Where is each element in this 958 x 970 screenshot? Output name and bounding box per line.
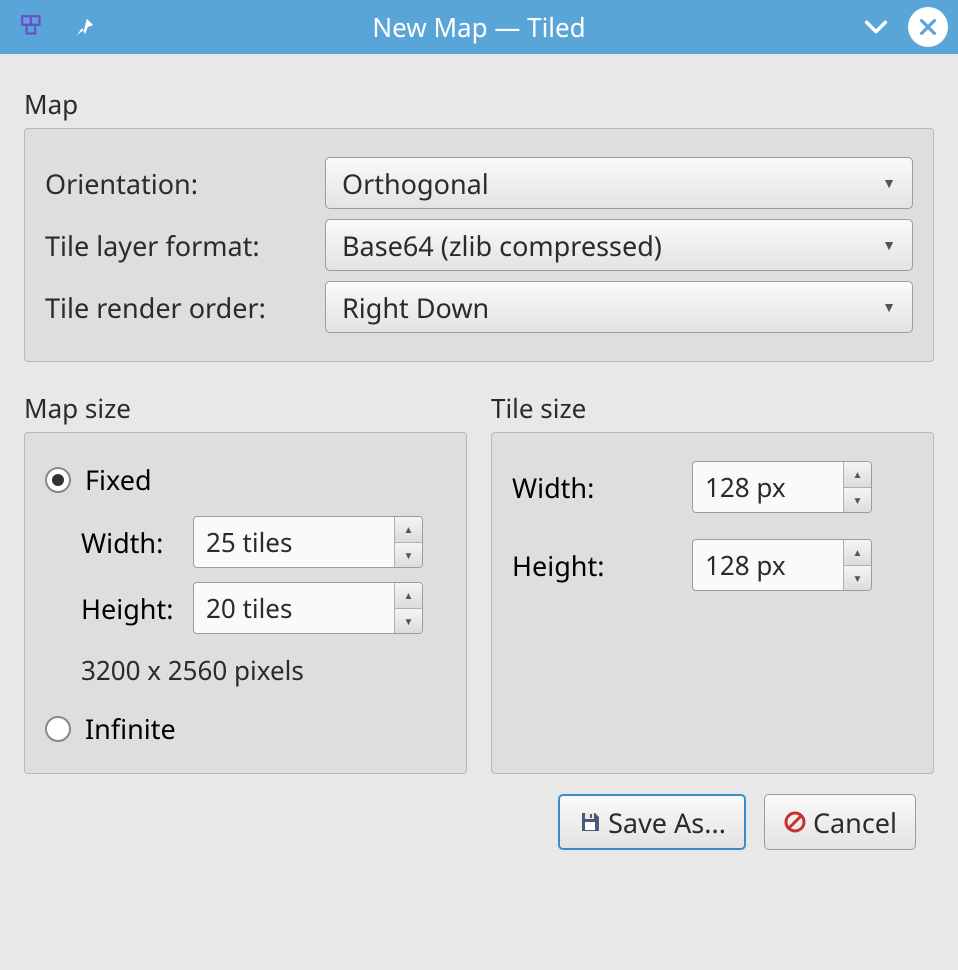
close-button[interactable] [908,7,948,47]
spin-buttons: ▲ ▼ [843,462,871,512]
orientation-label: Orientation: [45,165,313,202]
spin-buttons: ▲ ▼ [394,517,422,567]
fixed-radio-row: Fixed [45,461,446,498]
orientation-combo[interactable]: Orthogonal ▼ [325,157,913,209]
spin-down-icon[interactable]: ▼ [844,566,871,591]
titlebar-right-icons [862,7,948,47]
fixed-label: Fixed [85,461,152,498]
titlebar-left-icons [20,14,96,40]
button-bar: Save As... Cancel [24,794,934,850]
infinite-label: Infinite [85,710,176,747]
spin-down-icon[interactable]: ▼ [395,609,422,634]
tile-size-group: Width: 128 px ▲ ▼ Height: 128 px ▲ [491,432,934,774]
minimize-icon[interactable] [862,13,890,41]
spin-up-icon[interactable]: ▲ [395,517,422,543]
map-width-row: Width: 25 tiles ▲ ▼ [81,516,446,568]
fixed-radio[interactable] [45,467,71,493]
tile-height-value[interactable]: 128 px [693,540,843,590]
layer-format-value: Base64 (zlib compressed) [342,227,662,264]
map-size-column: Map size Fixed Width: 25 tiles ▲ ▼ [24,390,467,774]
map-height-spinbox[interactable]: 20 tiles ▲ ▼ [193,582,423,634]
spin-up-icon[interactable]: ▲ [844,540,871,566]
tile-width-label: Width: [512,469,692,506]
map-group: Orientation: Orthogonal ▼ Tile layer for… [24,128,934,362]
tile-width-row: Width: 128 px ▲ ▼ [512,461,913,513]
spin-buttons: ▲ ▼ [394,583,422,633]
layer-format-combo[interactable]: Base64 (zlib compressed) ▼ [325,219,913,271]
spin-up-icon[interactable]: ▲ [844,462,871,488]
spin-down-icon[interactable]: ▼ [844,488,871,513]
chevron-down-icon: ▼ [882,236,896,255]
titlebar: New Map — Tiled [0,0,958,54]
tile-width-spinbox[interactable]: 128 px ▲ ▼ [692,461,872,513]
map-height-label: Height: [81,590,193,627]
orientation-row: Orientation: Orthogonal ▼ [45,157,913,209]
tile-height-label: Height: [512,547,692,584]
cancel-button[interactable]: Cancel [764,794,916,850]
map-size-group: Fixed Width: 25 tiles ▲ ▼ Height: [24,432,467,774]
map-size-group-label: Map size [24,390,467,426]
infinite-radio[interactable] [45,716,71,742]
tile-width-value[interactable]: 128 px [693,462,843,512]
map-width-label: Width: [81,524,193,561]
orientation-value: Orthogonal [342,165,489,202]
size-columns: Map size Fixed Width: 25 tiles ▲ ▼ [24,390,934,774]
tile-height-row: Height: 128 px ▲ ▼ [512,539,913,591]
layer-format-row: Tile layer format: Base64 (zlib compress… [45,219,913,271]
infinite-radio-row: Infinite [45,710,446,747]
cancel-icon [783,810,807,834]
save-as-label: Save As... [608,804,726,841]
map-height-value[interactable]: 20 tiles [194,583,394,633]
spin-up-icon[interactable]: ▲ [395,583,422,609]
pixel-summary: 3200 x 2560 pixels [81,652,446,688]
map-width-spinbox[interactable]: 25 tiles ▲ ▼ [193,516,423,568]
render-order-combo[interactable]: Right Down ▼ [325,281,913,333]
chevron-down-icon: ▼ [882,298,896,317]
spin-down-icon[interactable]: ▼ [395,543,422,568]
save-as-button[interactable]: Save As... [558,794,746,850]
render-order-label: Tile render order: [45,289,313,326]
tile-size-group-label: Tile size [491,390,934,426]
map-width-value[interactable]: 25 tiles [194,517,394,567]
tile-size-column: Tile size Width: 128 px ▲ ▼ Height: [491,390,934,774]
window-title: New Map — Tiled [0,9,958,45]
map-height-row: Height: 20 tiles ▲ ▼ [81,582,446,634]
render-order-value: Right Down [342,289,489,326]
tile-height-spinbox[interactable]: 128 px ▲ ▼ [692,539,872,591]
layer-format-label: Tile layer format: [45,227,313,264]
dialog-content: Map Orientation: Orthogonal ▼ Tile layer… [0,54,958,870]
save-icon [578,810,602,834]
chevron-down-icon: ▼ [882,174,896,193]
cancel-label: Cancel [813,804,897,841]
render-order-row: Tile render order: Right Down ▼ [45,281,913,333]
pin-icon[interactable] [74,16,96,38]
app-icon [20,14,46,40]
map-group-label: Map [24,86,934,122]
spin-buttons: ▲ ▼ [843,540,871,590]
